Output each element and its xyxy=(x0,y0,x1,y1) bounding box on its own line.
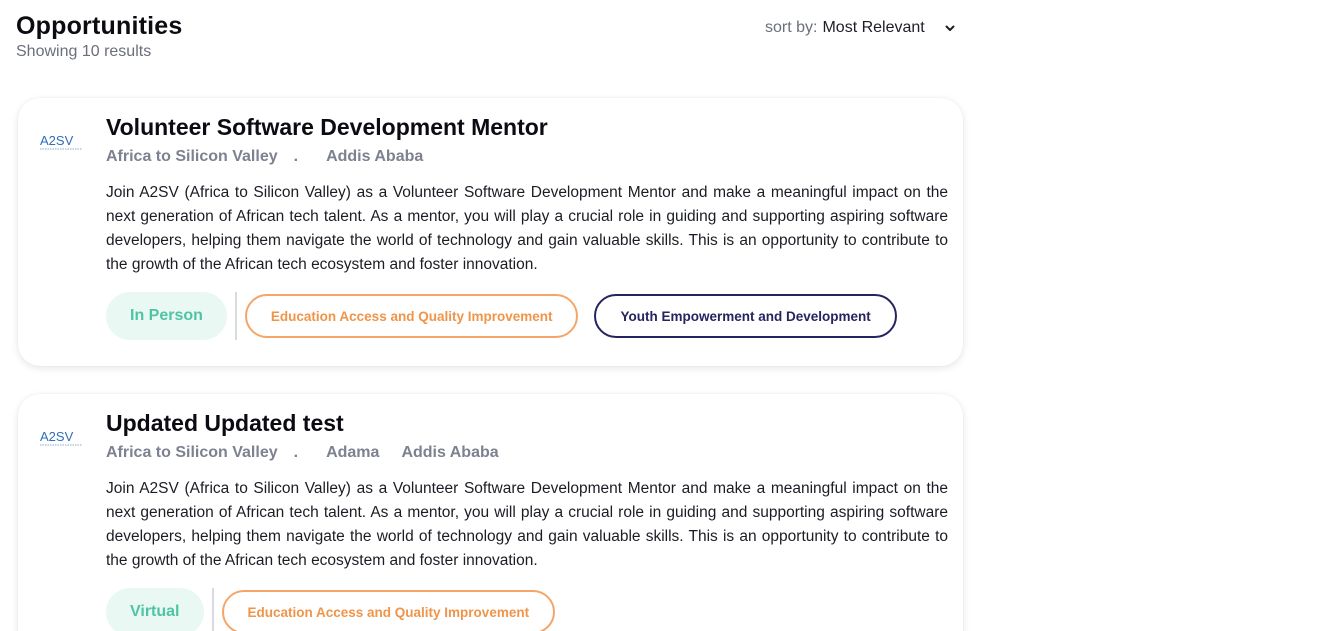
svg-text:A2SV: A2SV xyxy=(40,429,74,444)
opportunity-description: Join A2SV (Africa to Silicon Valley) as … xyxy=(106,184,948,273)
opportunity-card[interactable]: A2SV Volunteer Software Development Ment… xyxy=(18,98,963,366)
location: Addis Ababa xyxy=(401,444,499,461)
a2sv-logo: A2SV xyxy=(40,429,82,446)
category-tag[interactable]: Youth Empowerment and Development xyxy=(594,294,897,338)
opportunity-description: Join A2SV (Africa to Silicon Valley) as … xyxy=(106,480,948,569)
sort-label: sort by: xyxy=(765,19,818,36)
opportunity-card[interactable]: A2SV Updated Updated test Africa to Sili… xyxy=(18,394,963,631)
mode-badge: In Person xyxy=(106,292,227,340)
location: Addis Ababa xyxy=(326,148,424,165)
opportunity-title[interactable]: Updated Updated test xyxy=(106,410,344,437)
category-tag[interactable]: Education Access and Quality Improvement xyxy=(221,590,556,631)
opportunity-tags: Virtual Education Access and Quality Imp… xyxy=(106,588,571,631)
results-count: Showing 10 results xyxy=(16,43,152,60)
meta-separator: . xyxy=(293,148,299,165)
tag-divider xyxy=(234,292,237,340)
opportunity-tags: In Person Education Access and Quality I… xyxy=(106,292,913,340)
location: Adama xyxy=(326,444,380,461)
opportunity-meta: Africa to Silicon Valley . Addis Ababa xyxy=(106,148,423,166)
page-title: Opportunities xyxy=(16,12,183,40)
organization-name: Africa to Silicon Valley xyxy=(106,444,278,461)
opportunity-meta: Africa to Silicon Valley . Adama Addis A… xyxy=(106,444,499,462)
sort-dropdown[interactable]: sort by: Most Relevant xyxy=(765,19,956,37)
chevron-down-icon xyxy=(945,25,955,31)
svg-text:A2SV: A2SV xyxy=(40,133,74,148)
a2sv-logo: A2SV xyxy=(40,133,82,150)
category-tag[interactable]: Education Access and Quality Improvement xyxy=(244,294,579,338)
mode-badge: Virtual xyxy=(106,588,204,631)
organization-name: Africa to Silicon Valley xyxy=(106,148,278,165)
meta-separator: . xyxy=(293,444,299,461)
tag-divider xyxy=(211,588,214,631)
sort-selected-value: Most Relevant xyxy=(822,19,925,36)
opportunity-title[interactable]: Volunteer Software Development Mentor xyxy=(106,114,548,141)
opportunities-page: Opportunities Showing 10 results sort by… xyxy=(0,0,1332,631)
